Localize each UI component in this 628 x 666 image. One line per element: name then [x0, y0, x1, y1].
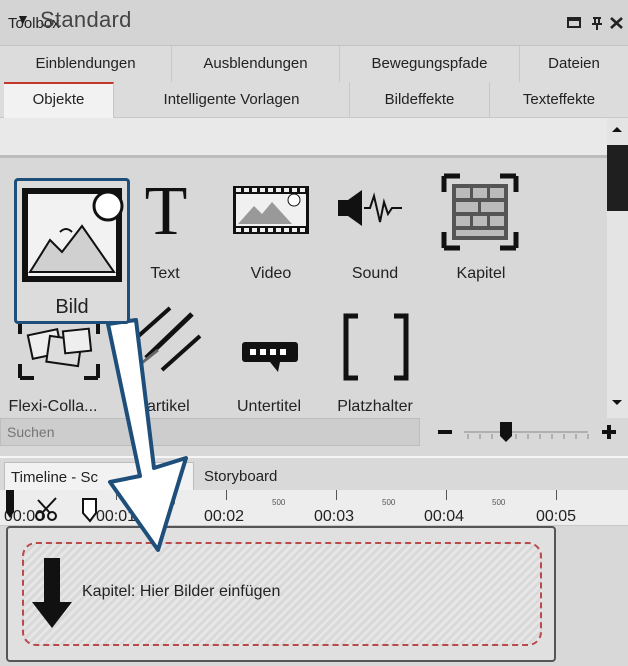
close-icon[interactable]	[608, 15, 626, 31]
ruler-half-mark: 500	[492, 498, 506, 507]
playhead-marker[interactable]	[4, 490, 16, 520]
ruler-tick	[446, 490, 447, 500]
tab-intelligente-vorlagen[interactable]: Intelligente Vorlagen	[114, 82, 350, 118]
object-label-flexi-collage: Flexi-Colla...	[8, 398, 98, 415]
zoom-out-icon	[438, 430, 452, 434]
pin-icon[interactable]	[588, 15, 606, 31]
object-label-sound: Sound	[351, 265, 399, 282]
placeholder-object-icon[interactable]	[340, 312, 412, 382]
chapter-placeholder-text: Kapitel: Hier Bilder einfügen	[82, 583, 281, 600]
ruler-half-mark: 500	[272, 498, 286, 507]
ruler-tick	[226, 490, 227, 500]
object-label-video: Video	[250, 265, 292, 282]
object-label-kapitel: Kapitel	[456, 265, 506, 282]
flexi-collage-icon[interactable]	[18, 318, 100, 380]
text-object-icon[interactable]: T	[138, 178, 194, 240]
ruler-tick	[336, 490, 337, 500]
object-label-bild: Bild	[55, 296, 89, 318]
ruler-label-5: 00:05	[536, 508, 577, 525]
section-label: Standard	[40, 7, 132, 32]
tab-objekte[interactable]: Objekte	[4, 82, 114, 118]
search-box[interactable]	[0, 418, 420, 446]
chapter-object-icon[interactable]	[440, 172, 520, 252]
ruler-label-4: 00:04	[424, 508, 465, 525]
scrollbar-thumb[interactable]	[607, 145, 628, 211]
video-object-icon[interactable]	[232, 184, 310, 236]
tab-row-objects: Objekte Intelligente Vorlagen Bildeffekt…	[0, 82, 628, 118]
scroll-up-icon[interactable]	[609, 124, 625, 134]
collapse-triangle-icon[interactable]: ▼	[16, 11, 30, 27]
drag-arrow-icon	[100, 318, 210, 558]
image-object-icon	[20, 186, 124, 286]
tab-einblendungen[interactable]: Einblendungen	[0, 46, 172, 82]
section-header[interactable]	[0, 118, 628, 158]
tab-timeline-label: Timeline - Sc	[11, 469, 98, 486]
marker-flag-icon[interactable]	[80, 497, 100, 523]
object-label-platzhalter: Platzhalter	[337, 398, 413, 415]
search-input[interactable]	[1, 419, 419, 445]
minimize-icon[interactable]	[566, 15, 584, 31]
subtitle-object-icon[interactable]	[240, 336, 304, 376]
tab-row-effects: Einblendungen Ausblendungen Bewegungspfa…	[0, 46, 628, 82]
zoom-control	[420, 418, 628, 446]
ruler-half-mark: 500	[382, 498, 396, 507]
ruler-tick	[556, 490, 557, 500]
tab-ausblendungen[interactable]: Ausblendungen	[172, 46, 340, 82]
object-label-untertitel: Untertitel	[236, 398, 302, 415]
tab-storyboard[interactable]: Storyboard	[198, 462, 283, 492]
scissors-icon[interactable]	[34, 496, 62, 522]
sound-object-icon[interactable]	[336, 186, 406, 230]
ruler-label-3: 00:03	[314, 508, 355, 525]
tab-dateien[interactable]: Dateien	[520, 46, 628, 82]
svg-text:T: T	[145, 178, 188, 240]
ruler-label-2: 00:02	[204, 508, 245, 525]
bottom-tabs: Timeline - Scnt Storyboard	[0, 456, 628, 492]
drop-down-arrow-icon	[30, 556, 74, 630]
tab-bildeffekte[interactable]: Bildeffekte	[350, 82, 490, 118]
tab-texteffekte[interactable]: Texteffekte	[490, 82, 628, 118]
scroll-down-icon[interactable]	[609, 398, 625, 408]
tab-bewegungspfade[interactable]: Bewegungspfade	[340, 46, 520, 82]
